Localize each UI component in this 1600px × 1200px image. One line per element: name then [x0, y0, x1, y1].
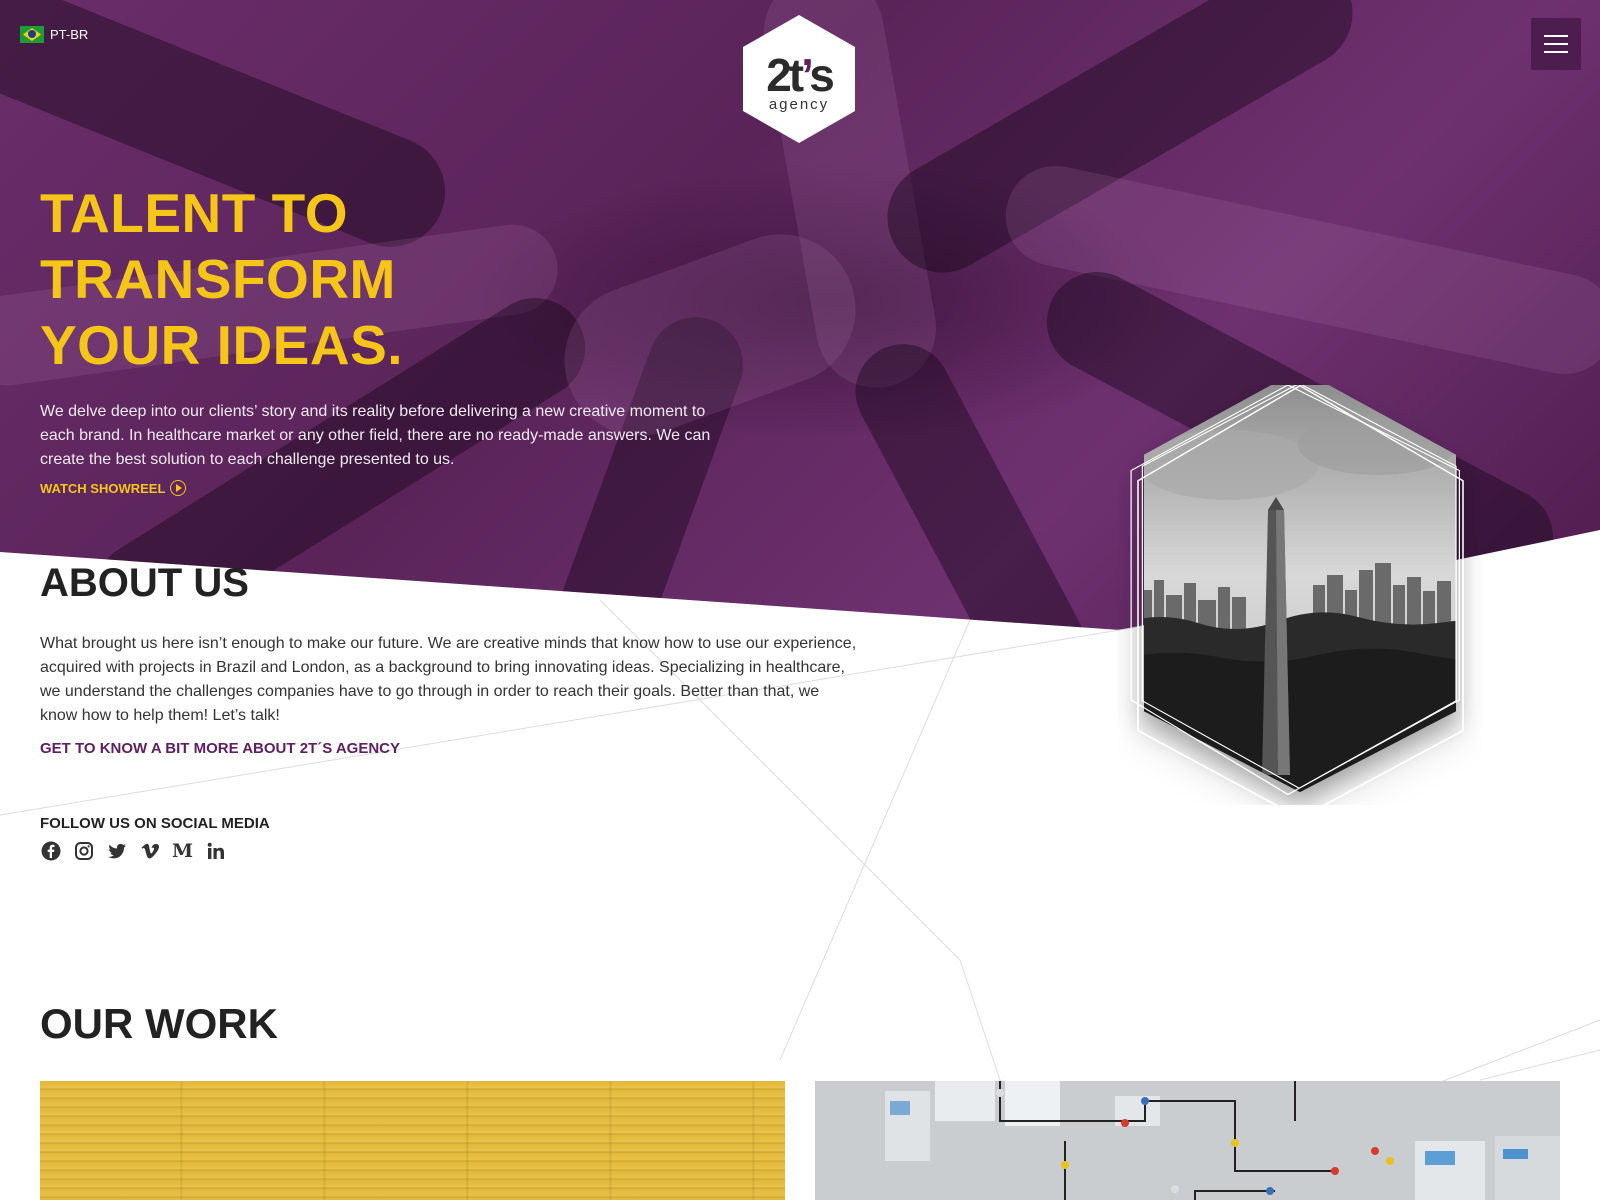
menu-button[interactable] — [1531, 18, 1581, 70]
about-title: ABOUT US — [40, 561, 249, 605]
logo-main-text: 2t’s — [766, 48, 835, 101]
hero-description: We delve deep into our clients’ story an… — [40, 403, 711, 468]
twitter-icon[interactable] — [106, 840, 127, 861]
hero-title-line: TRANSFORM — [40, 248, 396, 310]
city-hexagon-image — [1118, 382, 1483, 819]
hamburger-icon-bar — [1544, 35, 1568, 37]
language-switcher[interactable]: PT-BR — [20, 26, 88, 43]
linkedin-icon[interactable] — [205, 840, 226, 861]
facebook-icon[interactable] — [40, 840, 61, 861]
hero-title-line: YOUR IDEAS. — [40, 314, 404, 376]
hamburger-icon-bar — [1544, 43, 1568, 45]
office-wall-image — [815, 1081, 1560, 1200]
medium-icon[interactable]: M — [172, 840, 193, 862]
instagram-icon[interactable] — [73, 840, 94, 861]
hamburger-icon-bar — [1544, 51, 1568, 53]
hero-title: TALENT TO TRANSFORM YOUR IDEAS. — [40, 180, 403, 378]
about-description: What brought us here isn’t enough to mak… — [40, 635, 857, 724]
logo-sub-text: agency — [768, 95, 830, 113]
our-work-title: OUR WORK — [40, 1000, 278, 1047]
hero-title-line: TALENT TO — [40, 182, 348, 244]
about-more-link[interactable]: GET TO KNOW A BIT MORE ABOUT 2T´S AGENCY — [40, 740, 400, 757]
social-icons: M — [40, 840, 226, 862]
watch-showreel-link[interactable]: WATCH SHOWREEL — [40, 480, 187, 496]
language-code: PT-BR — [50, 27, 89, 42]
social-label: FOLLOW US ON SOCIAL MEDIA — [40, 815, 270, 832]
work-card-office-wall[interactable] — [815, 1081, 1560, 1200]
work-card-yellow-wall[interactable] — [40, 1081, 785, 1200]
play-icon — [170, 480, 187, 496]
brazil-flag-icon — [20, 26, 44, 43]
showreel-label: WATCH SHOWREEL — [40, 480, 166, 496]
vimeo-icon[interactable] — [139, 840, 160, 861]
